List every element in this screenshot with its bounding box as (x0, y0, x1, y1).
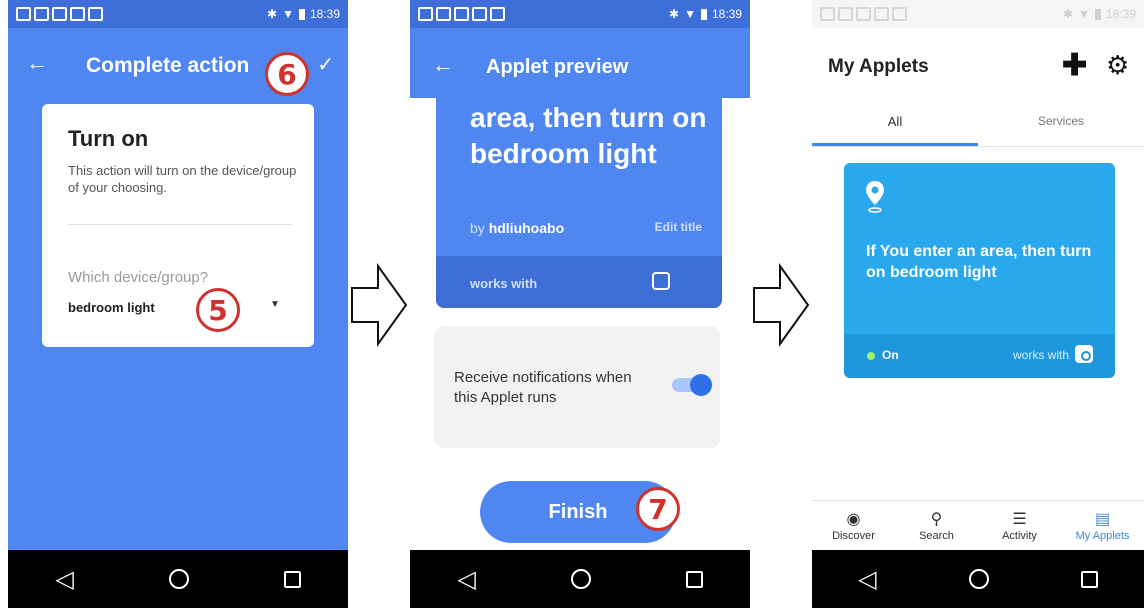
author-name: hdliuhoabo (488, 220, 565, 236)
location-pin-icon (866, 181, 884, 213)
phone-screen-applet-preview: ✱ ▼ 18:39 ← Applet preview area, then tu… (410, 0, 750, 608)
nav-recents-icon[interactable] (283, 570, 301, 588)
service-icon (652, 272, 670, 290)
applet-title: area, then turn on bedroom light (470, 102, 707, 169)
system-icons: ✱ ▼ 18:39 (1063, 7, 1136, 21)
app-header: ← Applet preview (410, 28, 750, 98)
nav-label: Search (919, 529, 954, 542)
nav-item-search[interactable]: ⚲ Search (895, 501, 978, 550)
tab-divider (812, 146, 1144, 147)
checkmark-icon[interactable]: ✓ (317, 52, 334, 77)
nav-back-icon[interactable]: ◁ (858, 565, 876, 594)
applet-status: On (882, 348, 899, 362)
nav-label: Activity (1002, 529, 1037, 542)
status-bar: ✱ ▼ 18:39 (812, 0, 1144, 28)
bluetooth-icon: ✱ (1063, 7, 1074, 21)
works-with-label: works with (470, 276, 538, 291)
wifi-icon: ▼ (1078, 7, 1090, 21)
status-time: 18:39 (309, 7, 340, 21)
status-time: 18:39 (1105, 7, 1136, 21)
bluetooth-icon: ✱ (669, 7, 680, 21)
page-title: Complete action (86, 54, 250, 77)
divider (68, 224, 292, 225)
device-select-value[interactable]: bedroom light (68, 300, 155, 315)
gear-icon[interactable]: ⚙ (1106, 50, 1129, 81)
back-arrow-icon[interactable]: ← (26, 50, 48, 76)
nav-item-discover[interactable]: ◉ Discover (812, 501, 895, 550)
applet-preview-card: area, then turn on bedroom light by hdli… (436, 98, 722, 308)
notification-icons (418, 7, 505, 21)
notification-label: Receive notifications when this Applet r… (454, 369, 632, 406)
document-icon: ▤ (1094, 510, 1111, 528)
battery-icon (1094, 8, 1101, 20)
toggle-knob[interactable] (690, 374, 712, 396)
nav-label: My Applets (1075, 529, 1130, 542)
status-bar: ✱ ▼ 18:39 (8, 0, 348, 28)
status-time: 18:39 (711, 7, 742, 21)
notification-icons (820, 7, 907, 21)
works-with-label: works with (1012, 348, 1069, 362)
plus-icon[interactable]: ✚ (1062, 48, 1087, 83)
action-card: Turn on This action will turn on the dev… (42, 104, 314, 347)
applet-status-bar: On works with (844, 334, 1115, 378)
works-with-bar: works with (436, 256, 722, 308)
nav-back-icon[interactable]: ◁ (55, 565, 73, 594)
battery-icon (700, 8, 707, 20)
phone-screen-my-applets: ✱ ▼ 18:39 My Applets ✚ ⚙ All Services If… (812, 0, 1144, 608)
edit-title-link[interactable]: Edit title (655, 220, 702, 234)
applet-card[interactable]: If You enter an area, then turn on bedro… (844, 163, 1115, 378)
back-arrow-icon[interactable]: ← (432, 52, 454, 78)
tab-selected-indicator (812, 143, 978, 146)
app-header: My Applets ✚ ⚙ (812, 28, 1144, 108)
applet-title: If You enter an area, then turn on bedro… (866, 243, 1092, 281)
device-field-label: Which device/group? (68, 269, 209, 286)
nav-home-icon[interactable] (570, 569, 591, 589)
nav-home-icon[interactable] (968, 569, 989, 589)
android-nav-bar: ◁ (812, 550, 1144, 608)
battery-icon (298, 8, 305, 20)
android-nav-bar: ◁ (410, 550, 750, 608)
nav-home-icon[interactable] (168, 569, 189, 589)
page-title: Applet preview (486, 56, 629, 78)
status-bar: ✱ ▼ 18:39 (410, 0, 750, 28)
notification-setting: Receive notifications when this Applet r… (434, 326, 720, 448)
flow-arrow-icon (351, 262, 408, 348)
callout-step-5: 5 (196, 288, 240, 332)
nav-item-my-applets[interactable]: ▤ My Applets (1061, 501, 1144, 550)
search-icon: ⚲ (930, 510, 943, 528)
status-dot-icon (867, 352, 875, 360)
applet-author: by hdliuhoabo (470, 220, 564, 236)
wifi-icon: ▼ (282, 7, 294, 21)
author-prefix: by (470, 220, 485, 236)
nav-recents-icon[interactable] (1080, 570, 1098, 588)
flow-arrow-icon (753, 262, 810, 348)
callout-step-6: 6 (265, 52, 309, 96)
page-title: My Applets (828, 56, 929, 77)
dropdown-arrow-icon[interactable]: ▼ (270, 299, 280, 310)
tab-all[interactable]: All (812, 108, 978, 146)
action-title: Turn on (68, 126, 149, 151)
wifi-icon: ▼ (684, 7, 696, 21)
service-icon (1075, 345, 1093, 363)
system-icons: ✱ ▼ 18:39 (267, 7, 340, 21)
eye-icon: ◉ (846, 510, 861, 528)
nav-back-icon[interactable]: ◁ (457, 565, 475, 594)
bottom-navigation: ◉ Discover ⚲ Search ☰ Activity ▤ My Appl… (812, 500, 1144, 550)
bluetooth-icon: ✱ (267, 7, 278, 21)
system-icons: ✱ ▼ 18:39 (669, 7, 742, 21)
action-description: This action will turn on the device/grou… (68, 163, 297, 195)
notification-icons (16, 7, 103, 21)
callout-step-7: 7 (636, 487, 680, 531)
tab-services[interactable]: Services (978, 108, 1144, 146)
list-icon: ☰ (1012, 510, 1027, 528)
nav-label: Discover (832, 529, 875, 542)
nav-recents-icon[interactable] (685, 570, 703, 588)
android-nav-bar: ◁ (8, 550, 348, 608)
nav-item-activity[interactable]: ☰ Activity (978, 501, 1061, 550)
